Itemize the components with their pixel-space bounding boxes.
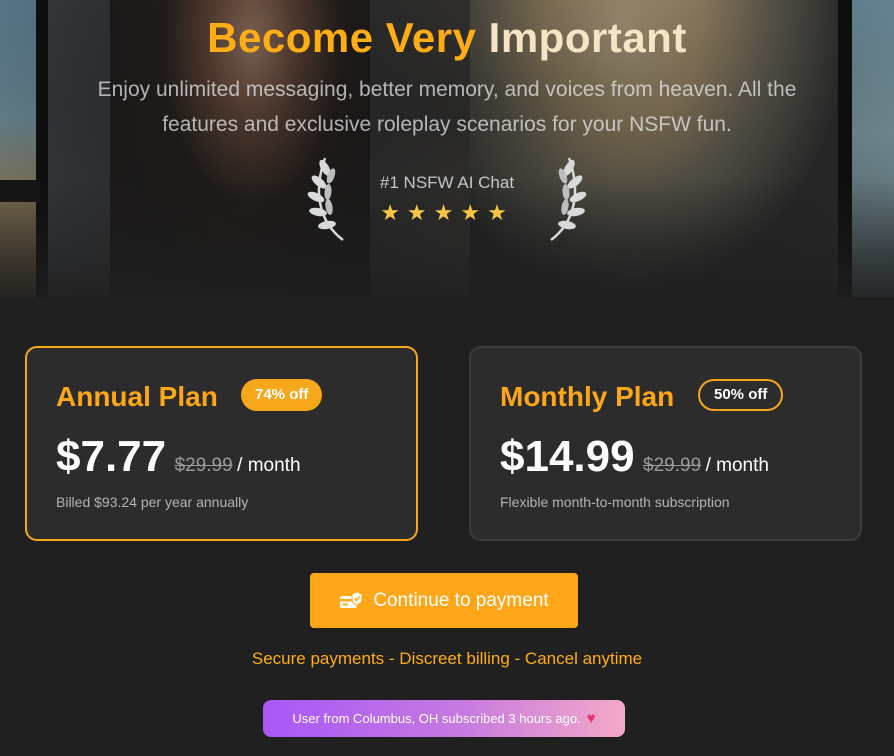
award-block: #1 NSFW AI Chat ★★★★★	[305, 152, 589, 244]
hero-banner: Become Very Important Enjoy unlimited me…	[0, 0, 894, 297]
laurel-right-icon	[550, 157, 587, 241]
price-row: $14.99 $29.99 / month	[500, 432, 769, 482]
laurel-left-icon	[307, 157, 344, 241]
upgrade-page: Become Very Important Enjoy unlimited me…	[0, 0, 894, 756]
billing-note: Billed $93.24 per year annually	[56, 494, 249, 510]
plan-card-monthly[interactable]: Monthly Plan 50% off $14.99 $29.99 / mon…	[469, 346, 862, 541]
original-price: $29.99	[643, 455, 702, 476]
plan-title: Monthly Plan	[500, 381, 675, 412]
toast-text: User from Columbus, OH subscribed 3 hour…	[292, 711, 581, 726]
secure-card-icon	[340, 590, 363, 608]
plan-price: $7.77	[56, 432, 167, 481]
discount-badge: 74% off	[241, 379, 323, 411]
price-period: / month	[705, 455, 769, 476]
plan-title: Annual Plan	[56, 381, 218, 412]
billing-note: Flexible month-to-month subscription	[500, 494, 730, 510]
trust-line: Secure payments - Discreet billing - Can…	[251, 649, 643, 668]
heart-icon: ♥	[586, 710, 596, 727]
original-price: $29.99	[174, 455, 233, 476]
price-row: $7.77 $29.99 / month	[56, 432, 301, 482]
subscription-toast: User from Columbus, OH subscribed 3 hour…	[263, 700, 625, 737]
hero-subtitle: Enjoy unlimited messaging, better memory…	[97, 78, 797, 136]
continue-button-label: Continue to payment	[373, 589, 549, 611]
plan-card-annual[interactable]: Annual Plan 74% off $7.77 $29.99 / month…	[25, 346, 418, 541]
hero-title: Become Very Important	[207, 14, 687, 61]
continue-to-payment-button[interactable]: Continue to payment	[310, 573, 578, 628]
discount-badge: 50% off	[698, 379, 784, 411]
price-period: / month	[237, 455, 301, 476]
plan-price: $14.99	[500, 432, 635, 481]
